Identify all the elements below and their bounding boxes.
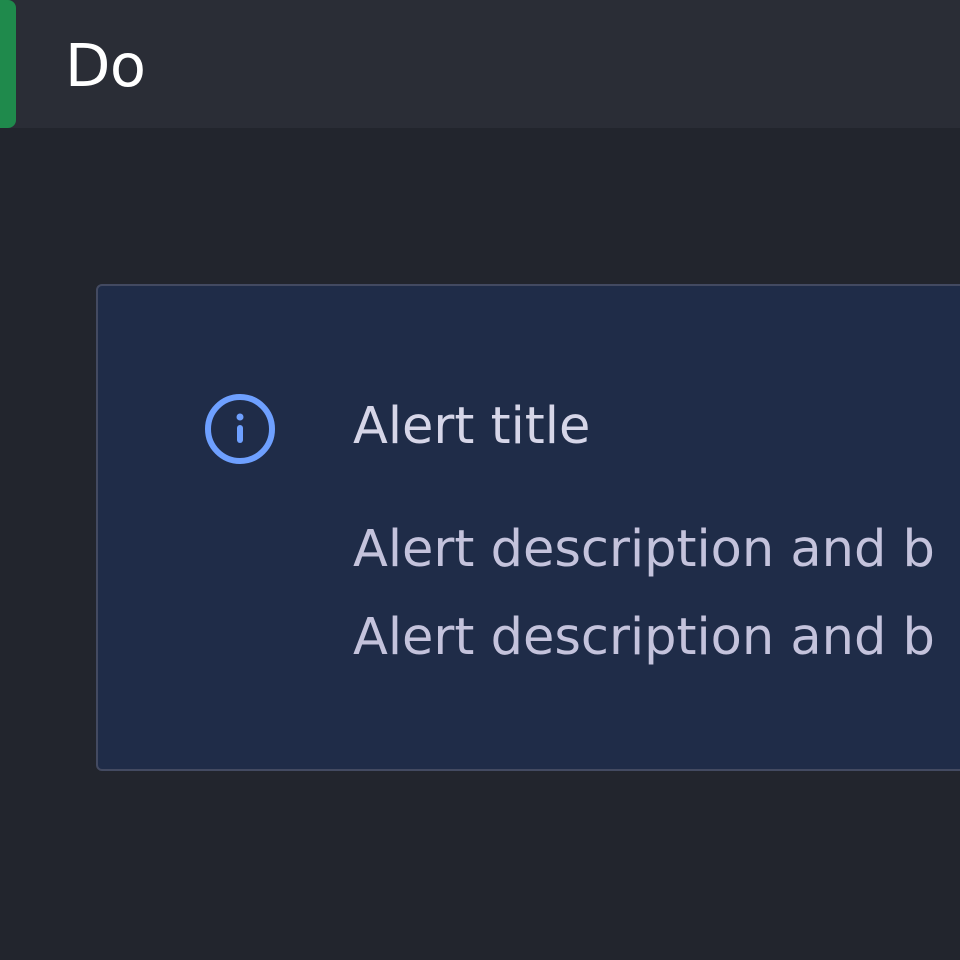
info-circle-icon-svg <box>205 394 275 464</box>
alert-title: Alert title <box>353 397 591 456</box>
status-accent-bar <box>0 0 16 128</box>
header: Do <box>0 0 960 128</box>
alert-description-line: Alert description and b <box>353 520 935 579</box>
page: Do Alert title Alert description and b A… <box>0 0 960 960</box>
info-circle-icon <box>203 392 277 466</box>
header-title: Do <box>65 31 146 100</box>
info-alert: Alert title Alert description and b Aler… <box>96 284 960 771</box>
alert-description: Alert description and b Alert descriptio… <box>353 506 935 682</box>
alert-description-line: Alert description and b <box>353 608 935 667</box>
